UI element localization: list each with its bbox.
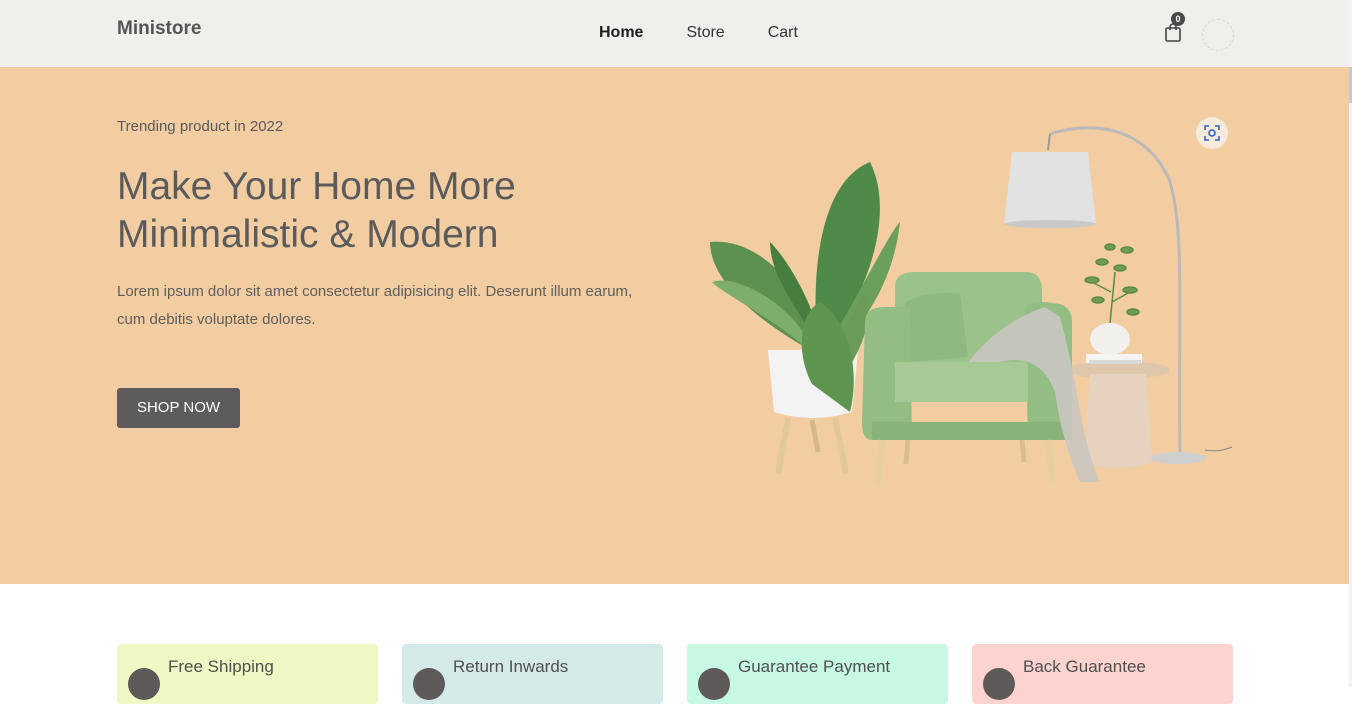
feature-title: Guarantee Payment (738, 657, 891, 676)
shop-now-button[interactable]: SHOP NOW (117, 388, 240, 428)
truck-icon (128, 668, 160, 700)
secure-payment-icon (698, 668, 730, 700)
user-avatar-icon[interactable] (1202, 19, 1234, 51)
back-arrow-icon (983, 668, 1015, 700)
armchair-plant-lamp-illustration (710, 126, 1233, 485)
hero-section: Trending product in 2022 Make Your Home … (0, 67, 1349, 584)
navbar: Ministore Home Store Cart 0 (0, 0, 1352, 67)
feature-return-inwards: Return Inwards (402, 644, 663, 704)
feature-title: Back Guarantee (1023, 657, 1146, 676)
nav-home-link[interactable]: Home (599, 24, 643, 42)
hero-headline: Make Your Home More Minimalistic & Moder… (117, 165, 516, 256)
nav-cart-link[interactable]: Cart (768, 24, 798, 42)
nav-links: Home Store Cart (599, 24, 841, 42)
feature-guarantee-payment: Guarantee Payment (687, 644, 948, 704)
nav-store-link[interactable]: Store (686, 24, 724, 42)
feature-title: Free Shipping (168, 657, 274, 676)
brand-logo[interactable]: Ministore (117, 18, 201, 40)
feature-back-guarantee: Back Guarantee (972, 644, 1233, 704)
hero-lead: Lorem ipsum dolor sit amet consectetur a… (117, 283, 633, 328)
feature-free-shipping: Free Shipping (117, 644, 378, 704)
features-row: Free Shipping Return Inwards Guarantee P… (117, 644, 1233, 704)
hero-eyebrow: Trending product in 2022 (117, 118, 284, 135)
cart-count-badge: 0 (1171, 12, 1185, 26)
feature-title: Return Inwards (453, 657, 569, 676)
refresh-icon (413, 668, 445, 700)
